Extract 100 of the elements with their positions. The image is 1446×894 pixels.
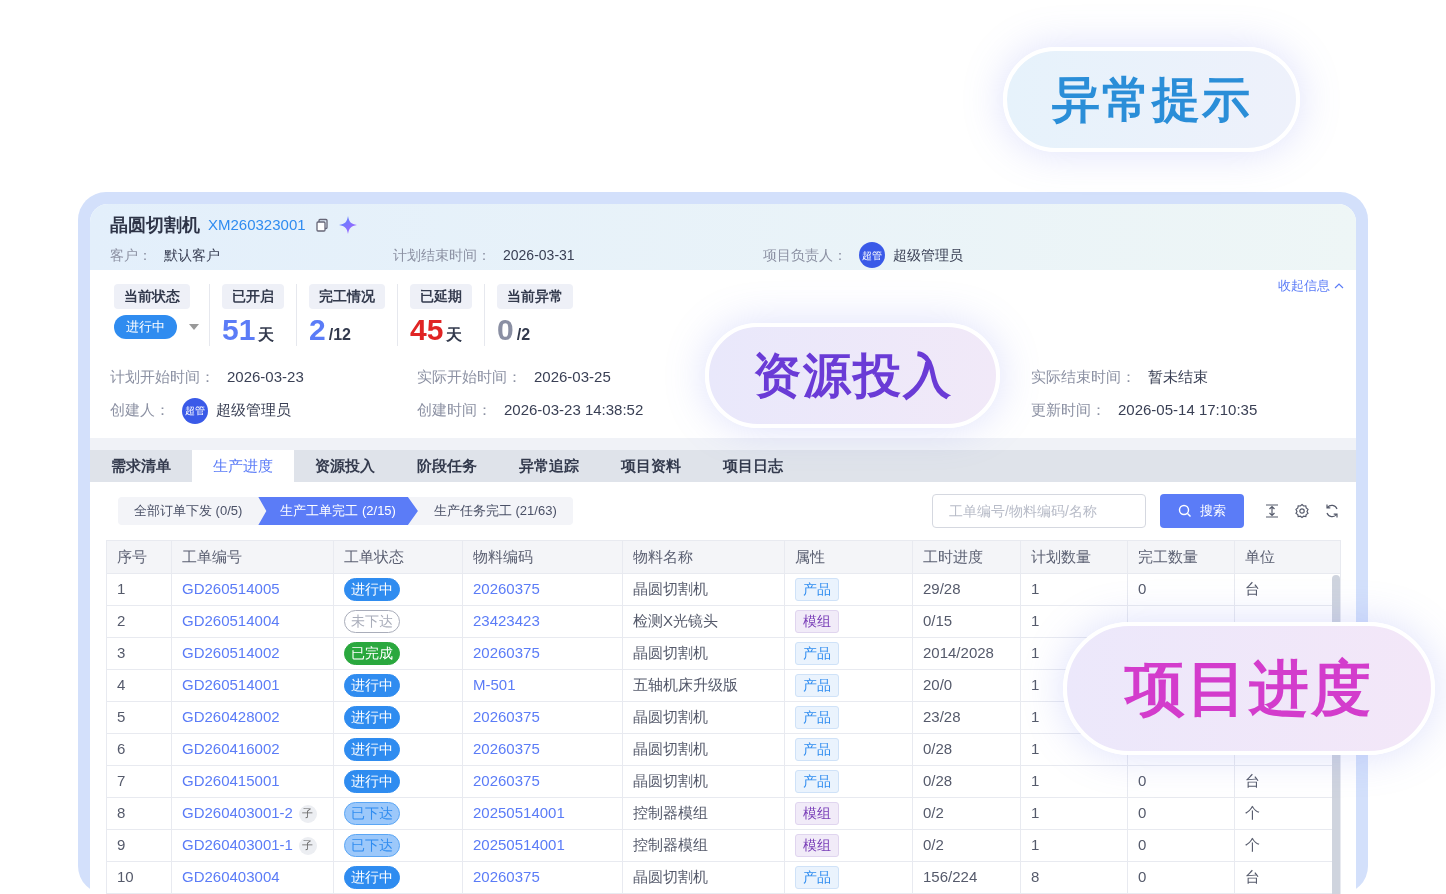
field-value: 超级管理员: [216, 400, 291, 421]
material-code-link[interactable]: 20260375: [473, 770, 540, 793]
tab[interactable]: 资源投入: [294, 450, 396, 482]
field-value: 默认客户: [164, 245, 220, 265]
material-code-link[interactable]: 20260375: [473, 706, 540, 729]
column-header: 单位: [1234, 541, 1340, 573]
column-header: 工单状态: [333, 541, 462, 573]
stat-label: 当前状态: [114, 284, 190, 309]
table-cell-text: 8: [1031, 867, 1040, 888]
stat-label: 当前异常: [497, 284, 573, 309]
step-item[interactable]: 生产工单完工 (2/15): [258, 497, 418, 525]
table-cell-text: 7: [117, 771, 126, 792]
tab[interactable]: 阶段任务: [396, 450, 498, 482]
table-cell-text: 1: [1031, 803, 1040, 824]
collapse-link[interactable]: 收起信息: [1278, 276, 1344, 296]
user-avatar: 超管: [859, 242, 885, 268]
attribute-tag: 模组: [795, 802, 839, 825]
table-cell-text: 2014/2028: [923, 643, 994, 664]
tab[interactable]: 异常追踪: [498, 450, 600, 482]
field-label: 创建人：: [110, 400, 170, 421]
stat-label: 已开启: [222, 284, 284, 309]
material-code-link[interactable]: 20250514001: [473, 802, 565, 825]
material-code-link[interactable]: 20260375: [473, 578, 540, 601]
order-link[interactable]: GD260428002: [182, 706, 280, 729]
material-code-link[interactable]: 20260375: [473, 866, 540, 889]
table-cell-text: 晶圆切割机: [633, 739, 708, 760]
field-value: 2026-03-31: [503, 245, 575, 265]
order-link[interactable]: GD260514002: [182, 642, 280, 665]
attribute-tag: 产品: [795, 770, 839, 793]
table-cell-text: 晶圆切割机: [633, 643, 708, 664]
table-cell-text: 台: [1245, 867, 1260, 888]
table-cell-text: 检测X光镜头: [633, 611, 718, 632]
table-cell-text: 1: [1031, 707, 1040, 728]
stat-label: 完工情况: [309, 284, 385, 309]
table-cell-text: 台: [1245, 579, 1260, 600]
step-item[interactable]: 全部订单下发 (0/5): [118, 497, 259, 525]
status-badge: 已下达: [344, 834, 400, 857]
table-cell-text: 台: [1245, 771, 1260, 792]
refresh-icon[interactable]: [1324, 503, 1340, 519]
attribute-tag: 模组: [795, 834, 839, 857]
field-label: 更新时间：: [1031, 400, 1106, 421]
field-value: 超级管理员: [893, 245, 963, 265]
tab[interactable]: 需求清单: [90, 450, 192, 482]
table-cell-text: 0: [1138, 867, 1147, 888]
table-cell-text: 1: [1031, 675, 1040, 696]
status-badge: 已完成: [344, 642, 400, 665]
status-badge: 进行中: [344, 706, 400, 729]
column-header: 序号: [116, 546, 148, 567]
user-avatar: 超管: [182, 397, 208, 424]
table-cell-text: 0/28: [923, 771, 953, 792]
field-label: 项目负责人：: [763, 245, 847, 265]
tab[interactable]: 生产进度: [192, 450, 294, 482]
order-link[interactable]: GD260415001: [182, 770, 280, 793]
search-field[interactable]: 工单编号/物料编码/名称: [932, 494, 1146, 528]
column-header: 物料名称: [622, 541, 784, 573]
table-cell-text: 10: [117, 867, 134, 888]
table-cell-text: 0: [1138, 835, 1147, 856]
table-cell-text: 1: [1031, 739, 1040, 760]
field-label: 客户：: [110, 245, 152, 265]
table-cell-text: 6: [117, 739, 126, 760]
field-value: 2026-03-23 14:38:52: [504, 400, 644, 421]
table-cell-text: 晶圆切割机: [633, 867, 708, 888]
material-code-link[interactable]: 20260375: [473, 738, 540, 761]
order-link[interactable]: GD260403004: [182, 866, 280, 889]
row-height-icon[interactable]: [1264, 503, 1280, 519]
table-cell-text: 0: [1138, 803, 1147, 824]
field-label: 实际开始时间：: [417, 367, 522, 388]
attribute-tag: 产品: [795, 578, 839, 601]
table-cell-text: 1: [1031, 771, 1040, 792]
table-cell-text: 5: [117, 707, 126, 728]
table-cell-text: 五轴机床升级版: [633, 675, 738, 696]
attribute-tag: 产品: [795, 674, 839, 697]
order-link[interactable]: GD260416002: [182, 738, 280, 761]
order-link[interactable]: GD260514001: [182, 674, 280, 697]
tab[interactable]: 项目日志: [702, 450, 804, 482]
project-code-link[interactable]: XM260323001: [208, 213, 306, 237]
table-cell-text: 0/15: [923, 611, 953, 632]
field-value: 2026-03-23: [227, 367, 304, 388]
order-link[interactable]: GD260514004: [182, 610, 280, 633]
table-cell-text: 1: [1031, 611, 1040, 632]
material-code-link[interactable]: 20260375: [473, 642, 540, 665]
status-badge: 进行中: [344, 738, 400, 761]
table-cell-text: 0/28: [923, 739, 953, 760]
material-code-link[interactable]: 20250514001: [473, 834, 565, 857]
status-dropdown[interactable]: 进行中: [114, 315, 177, 339]
search-button[interactable]: 搜索: [1160, 494, 1244, 528]
order-link[interactable]: GD260403001-2: [182, 802, 293, 825]
settings-icon[interactable]: [1294, 503, 1310, 519]
material-code-link[interactable]: M-501: [473, 674, 516, 697]
step-item[interactable]: 生产任务完工 (21/63): [417, 497, 573, 525]
tab[interactable]: 项目资料: [600, 450, 702, 482]
order-link[interactable]: GD260403001-1: [182, 834, 293, 857]
order-link[interactable]: GD260514005: [182, 578, 280, 601]
attribute-tag: 模组: [795, 610, 839, 633]
material-code-link[interactable]: 23423423: [473, 610, 540, 633]
status-badge: 进行中: [344, 866, 400, 889]
table-cell-text: 2: [117, 611, 126, 632]
caret-icon[interactable]: [189, 324, 199, 330]
copy-icon[interactable]: [313, 217, 330, 233]
table-cell-text: 3: [117, 643, 126, 664]
